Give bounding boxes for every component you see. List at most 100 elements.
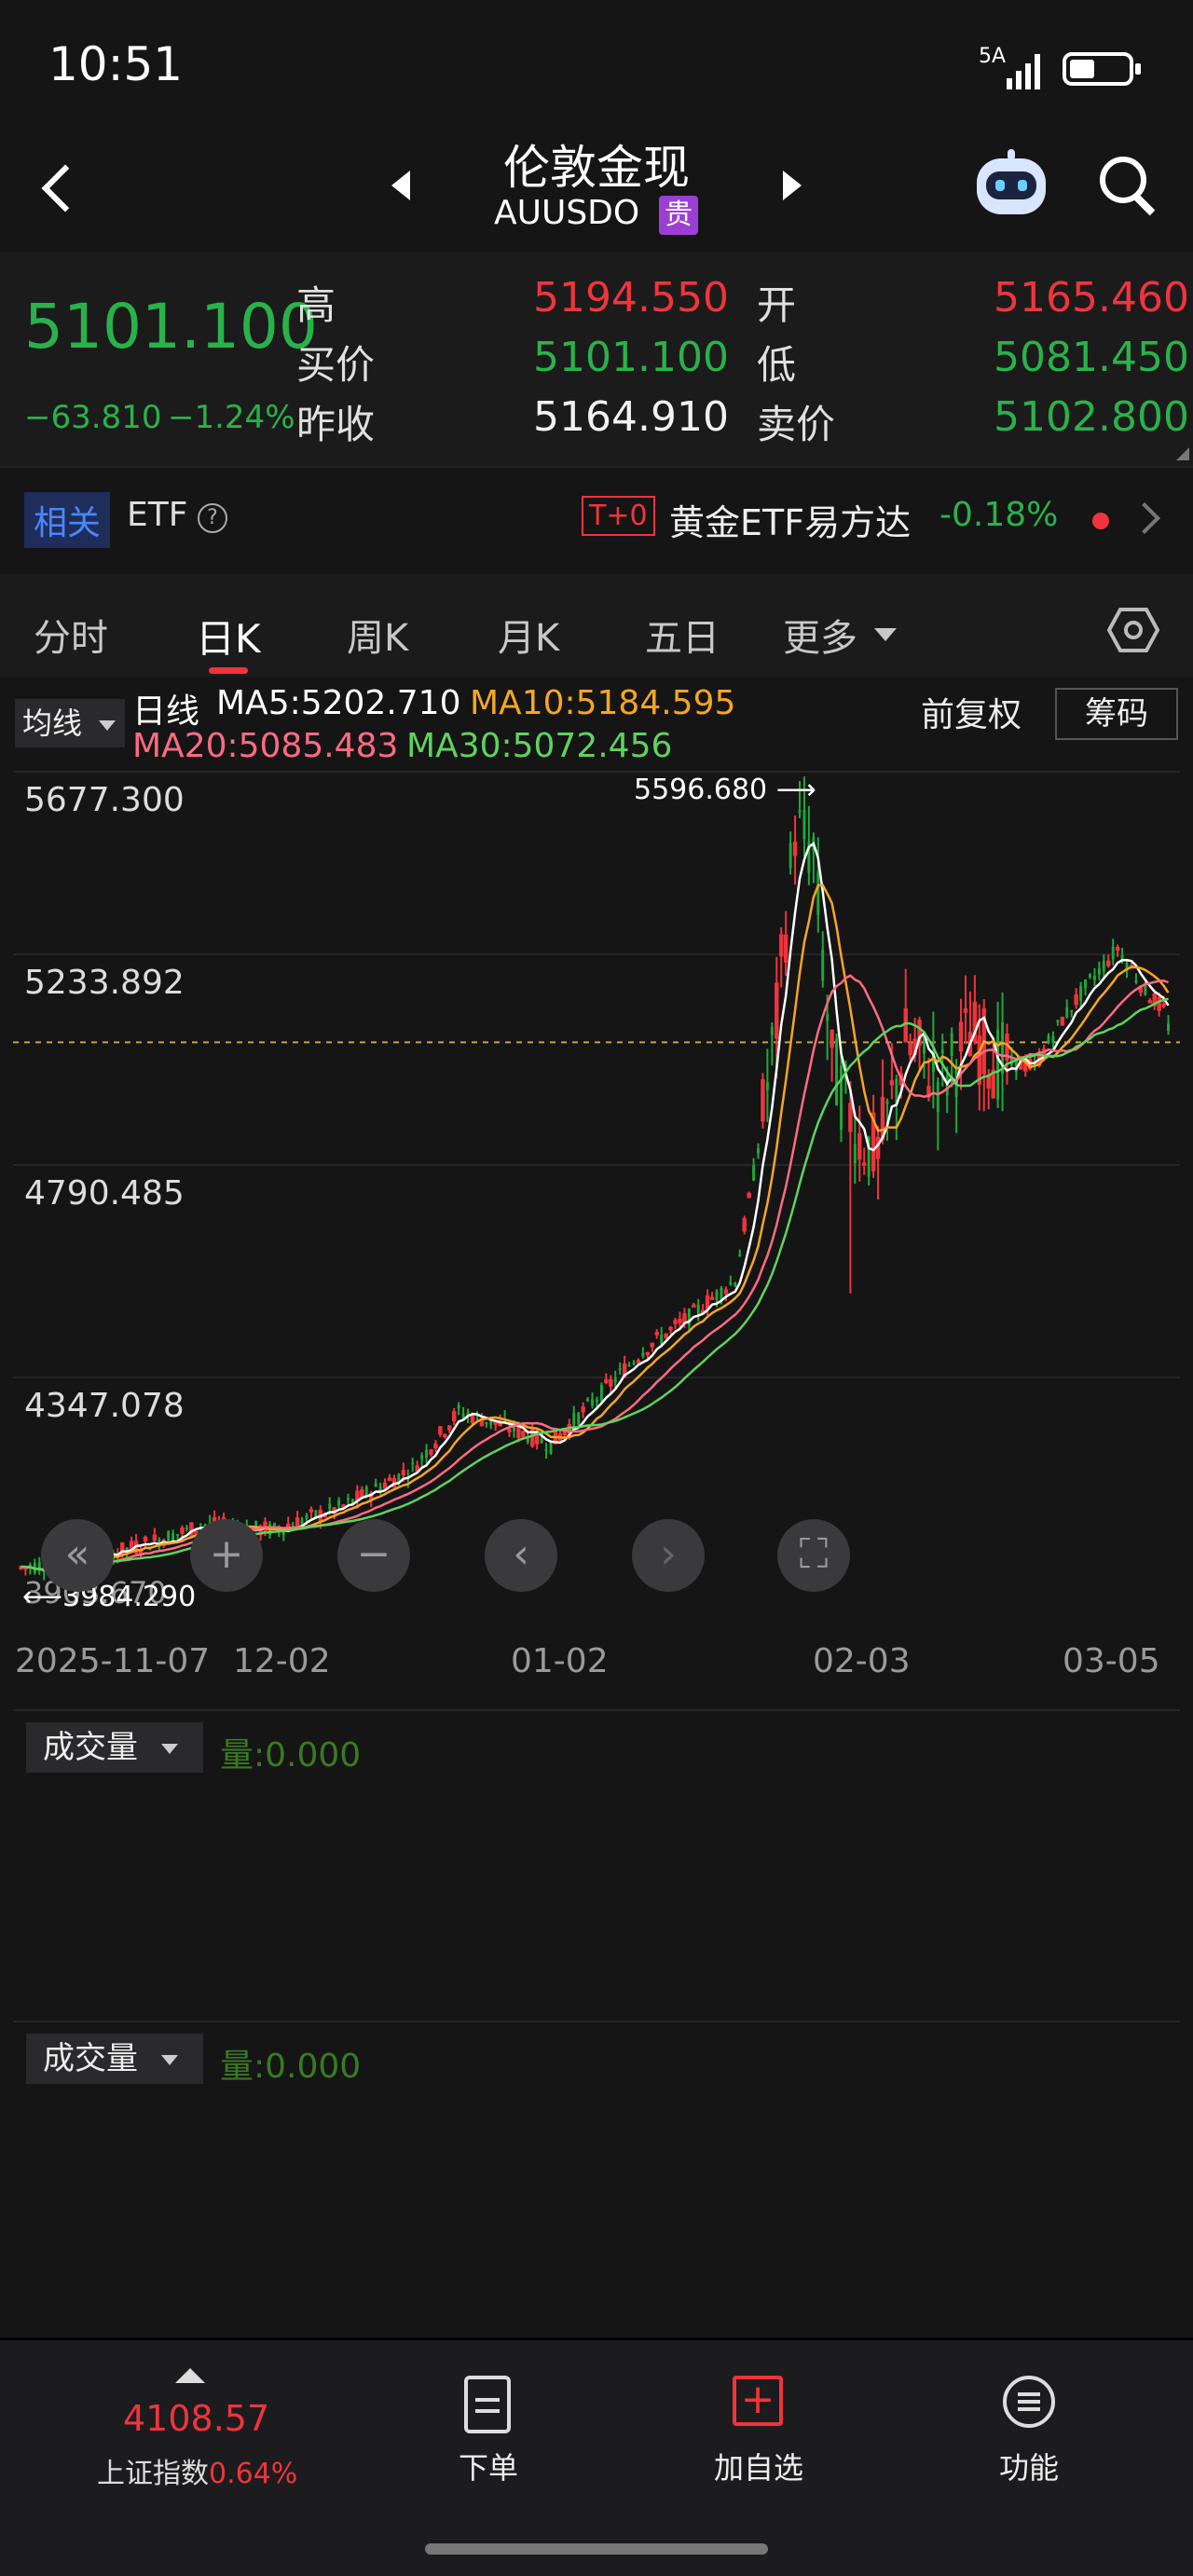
status-bar: 10:51 5A	[0, 0, 1193, 121]
ma-selector[interactable]: 均线	[15, 699, 125, 747]
candle-body	[305, 1514, 309, 1519]
candle-body	[715, 1290, 719, 1301]
candle-body	[1092, 975, 1096, 980]
precious-badge: 贵	[659, 196, 698, 235]
chips-button[interactable]: 筹码	[1055, 688, 1178, 740]
order-button[interactable]: 下单	[395, 2372, 582, 2502]
settings-icon[interactable]	[1106, 608, 1160, 652]
candle-body	[692, 1304, 696, 1309]
candle-body	[461, 1413, 465, 1418]
expand-corner-icon[interactable]	[1176, 447, 1189, 460]
volume-selector-label: 成交量	[43, 2040, 138, 2077]
candle-body	[1065, 1007, 1069, 1018]
max-price-label: 5596.680 ⟶	[634, 774, 816, 806]
candle-body	[788, 843, 792, 869]
candle-body	[300, 1519, 304, 1525]
candle-body	[826, 1014, 830, 1021]
candle-body	[572, 1413, 576, 1425]
index-pct: 0.64%	[209, 2458, 298, 2490]
candle-body	[1089, 974, 1091, 978]
y-tick-3: 4347.078	[24, 1387, 185, 1425]
up-arrow-icon	[175, 2368, 205, 2383]
back-icon[interactable]	[41, 164, 89, 212]
candle-body	[632, 1362, 636, 1364]
candle-body	[765, 1082, 769, 1090]
candle-body	[1134, 980, 1138, 983]
candle-body	[752, 1165, 756, 1181]
candle-body	[591, 1399, 594, 1406]
prev-close-label: 昨收	[296, 402, 376, 447]
y-tick-1: 5233.892	[24, 964, 185, 1002]
fullscreen-button[interactable]: ⛶	[777, 1519, 850, 1592]
x-tick-0: 2025-11-07	[15, 1642, 211, 1680]
volume-value-2: 量:0.000	[220, 2048, 362, 2086]
candle-body	[1079, 986, 1083, 1001]
prev-close-value: 5164.910	[533, 393, 729, 441]
candle-body	[549, 1442, 553, 1454]
index-value: 4108.57	[123, 2398, 270, 2439]
candle-body	[337, 1500, 341, 1506]
x-tick-4: 03-05	[1063, 1642, 1160, 1680]
scroll-left-button[interactable]: ‹	[485, 1519, 557, 1592]
ma10-label: MA10:5184.595	[470, 684, 736, 722]
volume-selector-2[interactable]: 成交量	[26, 2034, 203, 2084]
line-type-label: 日线	[132, 692, 200, 731]
low-value: 5081.450	[994, 334, 1189, 381]
order-label: 下单	[458, 2450, 518, 2486]
volume-selector-1[interactable]: 成交量	[26, 1722, 203, 1773]
help-icon[interactable]: ?	[198, 503, 227, 533]
zoom-out-button[interactable]: −	[337, 1519, 410, 1592]
zoom-in-button[interactable]: +	[190, 1519, 263, 1592]
candle-body	[770, 1026, 774, 1035]
chevron-right-icon[interactable]	[1129, 502, 1160, 534]
tab-daily[interactable]: 日K	[196, 608, 261, 665]
low-label: 低	[757, 342, 797, 388]
ma5-line	[21, 842, 1170, 1571]
candle-body	[821, 950, 825, 981]
collapse-left-button[interactable]: «	[41, 1519, 114, 1592]
candle-body	[1070, 1009, 1074, 1012]
functions-button[interactable]: 功能	[936, 2372, 1122, 2502]
symbol-code: AUUSDO	[494, 194, 640, 232]
candle-body	[599, 1385, 603, 1402]
bid-value: 5101.100	[533, 334, 729, 381]
candle-body	[374, 1483, 377, 1487]
tab-intraday[interactable]: 分时	[34, 608, 108, 662]
etf-row[interactable]: 相关 ETF ? T+0 黄金ETF易方达 -0.18%	[0, 466, 1193, 570]
chevron-down-icon	[99, 719, 117, 731]
adjust-label[interactable]: 前复权	[921, 688, 1022, 736]
ma20-label: MA20:5085.483	[132, 727, 399, 765]
candle-body	[738, 1254, 742, 1257]
battery-icon	[1063, 52, 1141, 86]
last-price: 5101.100	[24, 291, 318, 363]
ask-value: 5102.800	[994, 393, 1189, 441]
tab-monthly[interactable]: 月K	[498, 608, 559, 662]
ma20-line	[21, 974, 1169, 1571]
search-icon[interactable]	[1100, 157, 1163, 220]
ma30-line	[21, 997, 1169, 1571]
add-watchlist-button[interactable]: + 加自选	[665, 2372, 852, 2502]
candle-body	[586, 1399, 590, 1402]
candle-body	[798, 809, 802, 814]
index-ticker[interactable]: 4108.57 上证指数0.64%	[84, 2368, 308, 2499]
robot-assistant-icon[interactable]	[969, 149, 1053, 224]
tab-five-day[interactable]: 五日	[645, 608, 720, 662]
scroll-right-button[interactable]: ›	[632, 1519, 705, 1592]
signal-icon: 5A	[979, 45, 1044, 89]
page-title: 伦敦金现	[503, 141, 690, 195]
tab-weekly[interactable]: 周K	[347, 608, 408, 662]
more-dropdown-icon[interactable]	[874, 628, 897, 641]
prev-symbol-icon[interactable]	[391, 171, 410, 200]
tab-more[interactable]: 更多	[783, 608, 857, 662]
candle-body	[835, 1038, 839, 1105]
candle-body	[885, 1101, 889, 1104]
candle-body	[613, 1377, 617, 1382]
ma-selector-label: 均线	[22, 706, 83, 741]
candle-body	[544, 1448, 548, 1452]
next-symbol-icon[interactable]	[783, 171, 802, 200]
live-dot-icon	[1092, 513, 1109, 529]
candle-body	[729, 1281, 733, 1284]
x-tick-1: 12-02	[233, 1642, 331, 1680]
x-tick-3: 02-03	[813, 1642, 911, 1680]
candle-body	[411, 1462, 415, 1465]
